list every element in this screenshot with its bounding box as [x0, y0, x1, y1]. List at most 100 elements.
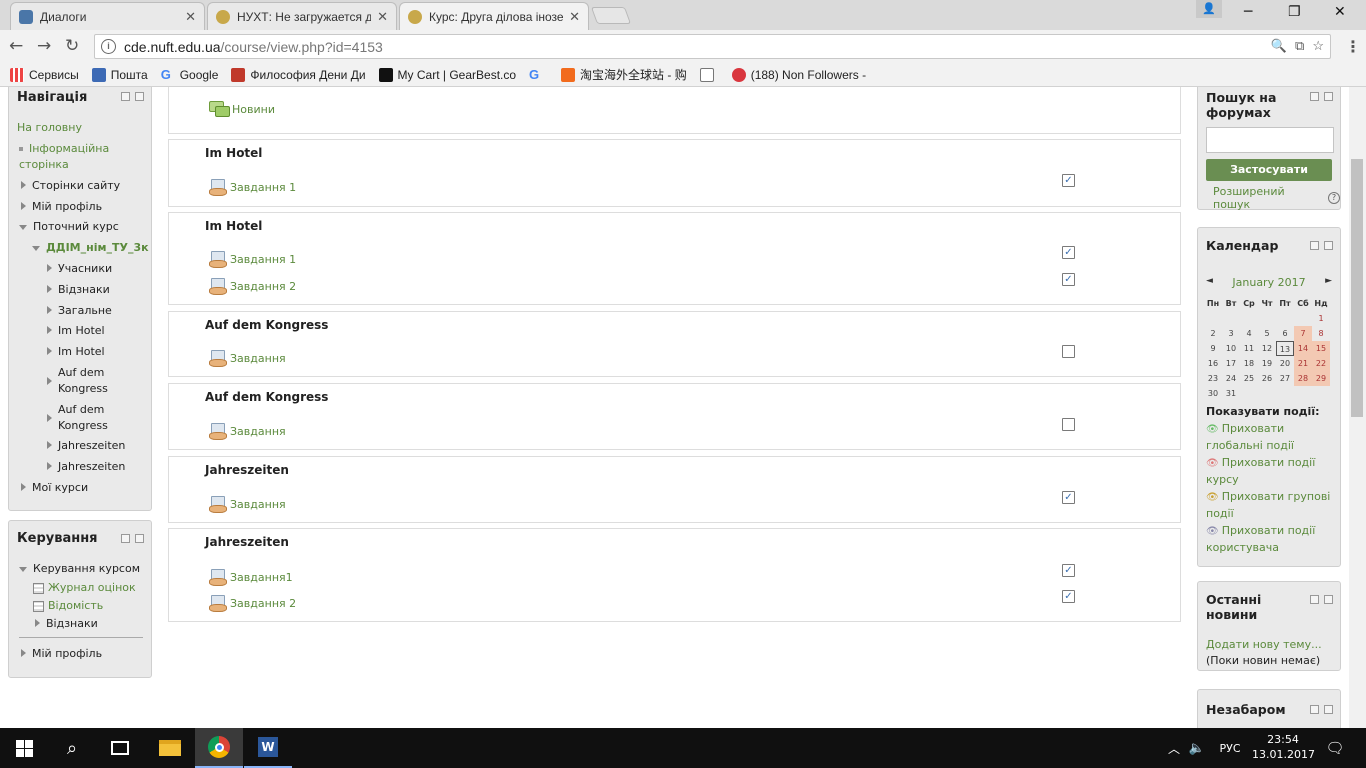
completion-checkbox[interactable] [1062, 345, 1075, 358]
activity-assignment[interactable]: Завдання 2 [209, 595, 296, 612]
month-title[interactable]: January 2017 [1232, 276, 1305, 289]
chrome-icon[interactable] [195, 728, 243, 768]
nav-general[interactable]: Загальне [47, 303, 112, 319]
calendar-day[interactable]: 19 [1258, 356, 1276, 371]
calendar-day[interactable]: 12 [1258, 341, 1276, 356]
close-window-icon[interactable]: ✕ [1334, 4, 1346, 20]
bookmark-mail[interactable]: Пошта [91, 67, 148, 82]
dock-icon[interactable] [1324, 92, 1333, 101]
calendar-day[interactable]: 20 [1276, 356, 1294, 371]
new-tab-button[interactable] [590, 7, 632, 24]
info-icon[interactable]: i [101, 39, 116, 54]
calendar-day[interactable]: 10 [1222, 341, 1240, 356]
collapse-icon[interactable] [121, 92, 130, 101]
nav-section-3[interactable]: Auf dem Kongress [47, 365, 127, 397]
reload-icon[interactable]: ↻ [65, 36, 79, 56]
calendar-day[interactable]: 17 [1222, 356, 1240, 371]
zoom-icon[interactable]: 🔍 [1271, 38, 1287, 54]
user-profile-icon[interactable]: 👤 [1196, 0, 1222, 18]
completion-checkbox[interactable]: ✓ [1062, 590, 1075, 603]
calendar-day[interactable]: 4 [1240, 326, 1258, 341]
bookmark-taobao[interactable]: 淘宝海外全球站 - 购 [561, 66, 687, 83]
chevron-up-icon[interactable]: ︿ [1164, 728, 1184, 768]
calendar-day[interactable]: 18 [1240, 356, 1258, 371]
windows-start-icon[interactable] [0, 728, 48, 768]
calendar-day[interactable]: 8 [1312, 326, 1330, 341]
activity-assignment[interactable]: Завдання 1 [209, 179, 296, 196]
nav-my-courses[interactable]: Мої курси [21, 480, 88, 496]
activity-assignment[interactable]: Завдання [209, 423, 286, 440]
calendar-day[interactable]: 29 [1312, 371, 1330, 386]
file-explorer-icon[interactable] [146, 728, 194, 768]
nav-info-page[interactable]: Інформаційна сторінка [19, 141, 144, 173]
forward-icon[interactable]: → [37, 36, 51, 56]
nav-section-6[interactable]: Jahreszeiten [47, 459, 125, 475]
collapse-icon[interactable] [121, 534, 130, 543]
nav-admin-profile[interactable]: Мій профіль [21, 646, 102, 662]
search-icon[interactable]: ⌕ [48, 728, 96, 768]
menu-icon[interactable]: ⋮ [1345, 37, 1361, 56]
activity-assignment[interactable]: Завдання 2 [209, 278, 296, 295]
completion-checkbox[interactable] [1062, 418, 1075, 431]
apply-button[interactable]: Застосувати [1206, 159, 1332, 181]
bookmark-gearbest[interactable]: My Cart | GearBest.co [378, 67, 516, 82]
nav-section-4[interactable]: Auf dem Kongress [47, 402, 127, 434]
completion-checkbox[interactable]: ✓ [1062, 246, 1075, 259]
bookmark-page[interactable] [699, 67, 719, 82]
nav-admin-badges[interactable]: Відзнаки [35, 616, 98, 632]
language-indicator[interactable]: РУС [1212, 728, 1248, 768]
calendar-day[interactable]: 6 [1276, 326, 1294, 341]
prev-month-arrow[interactable]: ◄ [1206, 276, 1213, 289]
calendar-day[interactable]: 2 [1204, 326, 1222, 341]
calendar-day[interactable]: 31 [1222, 386, 1240, 401]
bookmark-philosophy[interactable]: Философия Дени Ди [231, 67, 366, 82]
translate-icon[interactable]: ⧉ [1295, 38, 1304, 54]
nav-badges[interactable]: Відзнаки [47, 282, 110, 298]
activity-assignment[interactable]: Завдання [209, 496, 286, 513]
calendar-day[interactable]: 26 [1258, 371, 1276, 386]
nav-section-2[interactable]: Im Hotel [47, 344, 105, 360]
activity-news-forum[interactable]: Новини [209, 101, 275, 117]
next-month-arrow[interactable]: ► [1325, 276, 1332, 289]
bookmark-google[interactable]: G Google [161, 67, 219, 82]
completion-checkbox[interactable]: ✓ [1062, 564, 1075, 577]
task-view-icon[interactable] [96, 728, 144, 768]
close-icon[interactable]: ✕ [569, 9, 580, 25]
calendar-day[interactable]: 3 [1222, 326, 1240, 341]
nav-course-admin[interactable]: Керування курсом [19, 561, 140, 577]
collapse-icon[interactable] [1310, 92, 1319, 101]
nav-gradebook[interactable]: Журнал оцінок [33, 580, 136, 596]
tab-nuft[interactable]: НУХТ: Не загружается д ✕ [207, 2, 397, 30]
system-clock[interactable]: 23:54 13.01.2017 [1252, 732, 1315, 762]
calendar-day[interactable]: 15 [1312, 341, 1330, 356]
completion-checkbox[interactable]: ✓ [1062, 273, 1075, 286]
bookmark-apps[interactable]: Сервисы [10, 67, 79, 82]
calendar-day[interactable]: 13 [1276, 341, 1294, 356]
calendar-day[interactable]: 9 [1204, 341, 1222, 356]
back-icon[interactable]: ← [9, 36, 23, 56]
nav-current-course[interactable]: Поточний курс [19, 219, 119, 235]
collapse-icon[interactable] [1310, 705, 1319, 714]
minimize-icon[interactable]: ─ [1244, 4, 1252, 20]
nav-participants[interactable]: Учасники [47, 261, 112, 277]
hide-user-events-link[interactable]: 👁 Приховати події користувача [1206, 523, 1334, 556]
page-scrollbar[interactable] [1349, 87, 1366, 728]
calendar-day[interactable]: 16 [1204, 356, 1222, 371]
dock-icon[interactable] [1324, 595, 1333, 604]
hide-group-events-link[interactable]: 👁 Приховати групові події [1206, 489, 1334, 522]
calendar-day[interactable]: 27 [1276, 371, 1294, 386]
add-topic-link[interactable]: Додати нову тему... [1206, 638, 1322, 651]
completion-checkbox[interactable]: ✓ [1062, 174, 1075, 187]
collapse-icon[interactable] [1310, 241, 1319, 250]
calendar-day[interactable]: 1 [1312, 311, 1330, 326]
calendar-day[interactable]: 24 [1222, 371, 1240, 386]
tab-dialogs[interactable]: Диалоги ✕ [10, 2, 205, 30]
nav-site-pages[interactable]: Сторінки сайту [21, 178, 120, 194]
calendar-day[interactable]: 23 [1204, 371, 1222, 386]
bookmark-google-2[interactable]: G [529, 67, 548, 82]
nav-course[interactable]: ДДІМ_нім_ТУ_3к [32, 240, 149, 256]
calendar-day[interactable]: 22 [1312, 356, 1330, 371]
notifications-icon[interactable]: 🗨 [1320, 728, 1350, 768]
advanced-search-link[interactable]: Розширений пошук? [1213, 185, 1340, 211]
hide-global-events-link[interactable]: 👁 Приховати глобальні події [1206, 421, 1334, 454]
